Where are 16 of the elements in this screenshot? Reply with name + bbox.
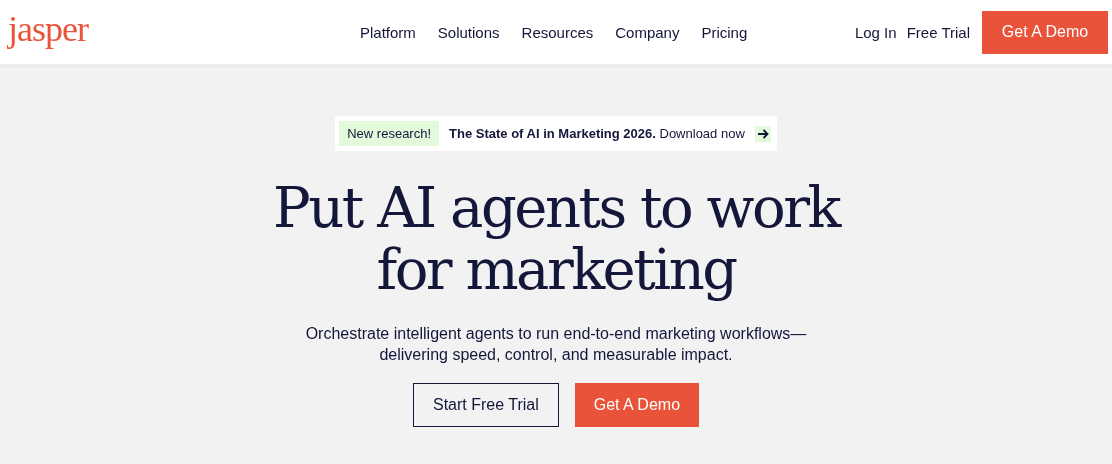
- get-demo-button[interactable]: Get A Demo: [982, 10, 1108, 54]
- jasper-logo[interactable]: jasper: [8, 8, 88, 50]
- login-link[interactable]: Log In: [854, 23, 897, 41]
- announcement-link[interactable]: The State of AI in Marketing 2026. Download now: [449, 126, 745, 141]
- nav-link[interactable]: Solutions: [437, 23, 500, 41]
- hero-subtitle: Orchestrate intelligent agents to run end-to-end marketing workflows—delivering speed, control, and measurable impact.: [304, 324, 808, 365]
- start-trial-button[interactable]: Start Free Trial: [412, 383, 559, 427]
- get-demo-button[interactable]: Get A Demo: [574, 383, 700, 427]
- hero-headline: Put AI agents to work for marketing: [272, 177, 842, 301]
- nav-link[interactable]: Platform: [359, 23, 416, 41]
- nav-link[interactable]: Company: [615, 23, 680, 41]
- nav-link[interactable]: Pricing: [701, 23, 748, 41]
- free-trial-link[interactable]: Free Trial: [906, 23, 970, 41]
- research-badge: New research!: [339, 121, 440, 146]
- nav-link[interactable]: Resources: [521, 23, 594, 41]
- arrow-icon: [754, 125, 771, 142]
